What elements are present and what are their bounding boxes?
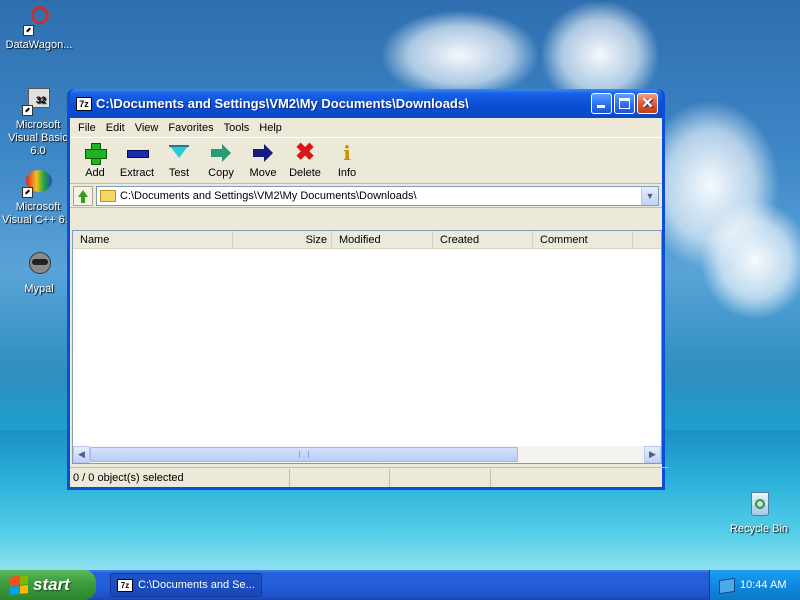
desktop-icon-label: Recycle Bin	[729, 523, 789, 535]
scroll-right-button[interactable]: ▶	[644, 446, 661, 463]
info-button[interactable]: i Info	[326, 141, 368, 179]
file-manager-window: 7z C:\Documents and Settings\VM2\My Docu…	[67, 89, 668, 490]
column-header-comment[interactable]: Comment	[533, 231, 633, 249]
desktop-icon-mypal[interactable]: Mypal	[1, 248, 77, 296]
system-tray: 10:44 AM	[709, 570, 800, 600]
7zip-app-icon: 7z	[76, 96, 92, 111]
shortcut-arrow-icon	[22, 187, 33, 198]
maximize-icon	[619, 98, 630, 109]
address-dropdown-button[interactable]: ▼	[641, 186, 658, 205]
info-label: Info	[337, 167, 357, 179]
minimize-button[interactable]	[591, 93, 612, 114]
copy-label: Copy	[208, 167, 234, 179]
menu-favorites[interactable]: Favorites	[163, 122, 218, 134]
cloud	[700, 200, 800, 320]
menu-view[interactable]: View	[130, 122, 164, 134]
7zip-taskbar-icon: 7z	[117, 578, 133, 592]
clock[interactable]: 10:44 AM	[740, 579, 786, 591]
copy-button[interactable]: Copy	[200, 141, 242, 179]
recycle-bin-icon	[743, 488, 775, 520]
add-button[interactable]: Add	[74, 141, 116, 179]
test-label: Test	[168, 167, 190, 179]
taskbar-window-button[interactable]: 7z C:\Documents and Se...	[110, 573, 262, 597]
chevron-down-icon: ▼	[645, 190, 655, 201]
delete-icon: ✖	[294, 139, 316, 166]
visual-basic-icon: 32	[22, 84, 54, 116]
close-icon: ✕	[641, 95, 654, 112]
desktop-icon-label: Microsoft Visual Basic 6.0	[8, 119, 68, 157]
taskbar-window-label: C:\Documents and Se...	[138, 579, 255, 591]
menu-tools[interactable]: Tools	[219, 122, 255, 134]
column-header-filler	[633, 231, 661, 249]
windows-logo-icon	[10, 575, 28, 595]
horizontal-scrollbar[interactable]: ◀ ▶	[73, 446, 661, 463]
status-selection: 0 / 0 object(s) selected	[70, 468, 290, 487]
menu-bar: File Edit View Favorites Tools Help	[70, 118, 662, 138]
minimize-icon	[597, 105, 605, 108]
shortcut-arrow-icon	[23, 25, 34, 36]
visual-cpp-icon	[22, 166, 54, 198]
desktop-icon-datawagon[interactable]: DataWagon...	[1, 4, 77, 52]
shortcut-arrow-icon	[22, 105, 33, 116]
desktop-icon-visual-basic[interactable]: 32 Microsoft Visual Basic 6.0	[0, 84, 76, 158]
status-bar: 0 / 0 object(s) selected	[70, 467, 668, 487]
desktop-icon-label: Mypal	[24, 283, 54, 295]
mypal-raccoon-icon	[23, 248, 55, 280]
column-header-size[interactable]: Size	[233, 231, 332, 249]
delete-button[interactable]: ✖ Delete	[284, 139, 326, 180]
start-button[interactable]: start	[0, 570, 96, 600]
extract-button[interactable]: Extract	[116, 141, 158, 179]
cloud	[380, 10, 540, 100]
toolbar: Add Extract Test Copy Move ✖ Delete i In…	[70, 138, 662, 184]
folder-icon	[100, 189, 116, 202]
desktop-icon-label: DataWagon...	[5, 39, 73, 51]
scrollbar-track[interactable]	[90, 446, 644, 463]
maximize-button[interactable]	[614, 93, 635, 114]
close-button[interactable]: ✕	[637, 93, 658, 114]
window-client-area: File Edit View Favorites Tools Help Add …	[70, 118, 668, 487]
window-titlebar[interactable]: 7z C:\Documents and Settings\VM2\My Docu…	[70, 89, 662, 118]
window-title: C:\Documents and Settings\VM2\My Documen…	[96, 96, 469, 111]
extract-icon	[125, 141, 149, 165]
move-label: Move	[249, 167, 277, 179]
chevron-right-icon: ▶	[649, 449, 656, 459]
address-path[interactable]: C:\Documents and Settings\VM2\My Documen…	[120, 190, 641, 202]
move-button[interactable]: Move	[242, 141, 284, 179]
desktop-icon-recycle-bin[interactable]: Recycle Bin	[721, 488, 797, 536]
start-label: start	[33, 575, 70, 594]
network-tray-icon[interactable]	[718, 577, 734, 593]
status-cell-4	[491, 469, 651, 487]
menu-edit[interactable]: Edit	[101, 122, 130, 134]
menu-help[interactable]: Help	[254, 122, 287, 134]
address-bar: C:\Documents and Settings\VM2\My Documen…	[70, 184, 662, 208]
column-header-name[interactable]: Name	[73, 231, 233, 249]
delete-label: Delete	[289, 167, 321, 179]
file-list-header: Name Size Modified Created Comment	[73, 231, 661, 249]
taskbar: start 7z C:\Documents and Se... 10:44 AM	[0, 570, 800, 600]
chevron-left-icon: ◀	[78, 449, 85, 459]
test-button[interactable]: Test	[158, 141, 200, 179]
file-list[interactable]: Name Size Modified Created Comment ◀ ▶	[72, 230, 662, 464]
copy-icon	[209, 141, 233, 165]
column-header-created[interactable]: Created	[433, 231, 533, 249]
add-label: Add	[85, 167, 105, 179]
info-icon: i	[343, 141, 351, 165]
test-icon	[167, 141, 191, 165]
status-cell-3	[390, 468, 491, 487]
scrollbar-thumb[interactable]	[90, 447, 518, 462]
desktop-icon-label: Microsoft Visual C++ 6.0	[2, 201, 74, 226]
desktop-icon-visual-cpp[interactable]: Microsoft Visual C++ 6.0	[0, 166, 76, 227]
up-folder-button[interactable]	[73, 185, 93, 206]
menu-file[interactable]: File	[73, 122, 101, 134]
column-header-modified[interactable]: Modified	[332, 231, 433, 249]
status-cell-2	[290, 468, 390, 487]
scrollbar-grip-icon	[299, 451, 309, 458]
scroll-left-button[interactable]: ◀	[73, 446, 90, 463]
datawagon-icon	[23, 4, 55, 36]
move-icon	[251, 141, 275, 165]
add-icon	[83, 141, 107, 165]
address-combobox[interactable]: C:\Documents and Settings\VM2\My Documen…	[96, 185, 659, 206]
extract-label: Extract	[119, 167, 155, 179]
